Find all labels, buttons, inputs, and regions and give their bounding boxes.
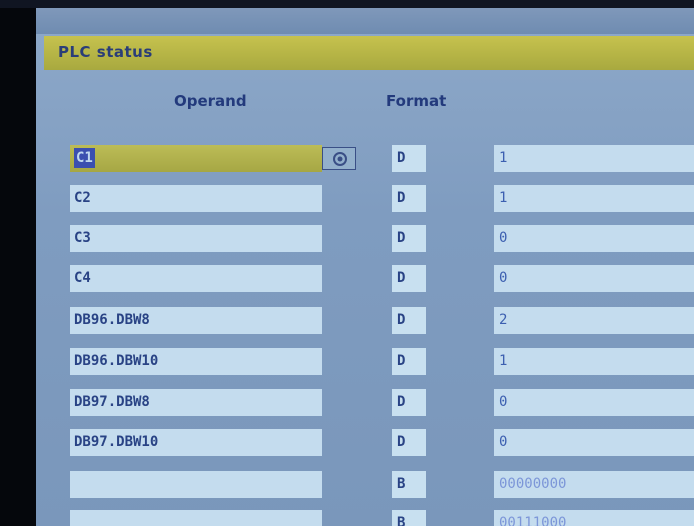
value-field: 00111000 — [494, 510, 694, 526]
value-field: 1 — [494, 348, 694, 375]
format-field[interactable]: B — [392, 471, 426, 498]
value-field: 0 — [494, 225, 694, 252]
table-row: DB97.DBW10 D 0 — [36, 429, 694, 459]
format-field[interactable]: D — [392, 348, 426, 375]
format-field[interactable]: D — [392, 185, 426, 212]
format-field[interactable]: D — [392, 225, 426, 252]
format-field[interactable]: D — [392, 265, 426, 292]
format-field[interactable]: D — [392, 307, 426, 334]
table-row: DB96.DBW8 D 2 — [36, 307, 694, 337]
format-field[interactable]: D — [392, 389, 426, 416]
operand-header: Operand — [174, 92, 247, 110]
table-row: C4 D 0 — [36, 265, 694, 295]
value-field: 0 — [494, 389, 694, 416]
operand-field[interactable] — [70, 510, 322, 526]
operand-value: C1 — [74, 148, 95, 168]
operand-field[interactable] — [70, 471, 322, 498]
table-row: B 00111000 — [36, 510, 694, 526]
operand-field[interactable]: DB96.DBW8 — [70, 307, 322, 334]
table-row: C2 D 1 — [36, 185, 694, 215]
value-field: 0 — [494, 265, 694, 292]
value-field: 1 — [494, 185, 694, 212]
operand-field[interactable]: C2 — [70, 185, 322, 212]
format-field[interactable]: D — [392, 145, 426, 172]
operand-field[interactable]: C4 — [70, 265, 322, 292]
table-row: B 00000000 — [36, 471, 694, 501]
value-field: 2 — [494, 307, 694, 334]
window-title: PLC status — [58, 43, 153, 61]
plc-status-screen: PLC status Operand Format C1 D 1 C2 D 1 … — [36, 8, 694, 526]
table-row: C1 D 1 — [36, 145, 694, 175]
title-bar: PLC status — [44, 36, 694, 70]
format-field[interactable]: D — [392, 429, 426, 456]
operand-field[interactable]: DB96.DBW10 — [70, 348, 322, 375]
monitor-bezel-top — [0, 0, 694, 8]
value-field: 1 — [494, 145, 694, 172]
table-row: DB97.DBW8 D 0 — [36, 389, 694, 419]
search-button[interactable] — [322, 147, 356, 170]
format-header: Format — [386, 92, 447, 110]
operand-field[interactable]: DB97.DBW10 — [70, 429, 322, 456]
format-field[interactable]: B — [392, 510, 426, 526]
value-field: 0 — [494, 429, 694, 456]
value-field: 00000000 — [494, 471, 694, 498]
table-row: DB96.DBW10 D 1 — [36, 348, 694, 378]
operand-field[interactable]: C3 — [70, 225, 322, 252]
operand-field[interactable]: DB97.DBW8 — [70, 389, 322, 416]
monitor-bezel — [0, 0, 36, 526]
table-row: C3 D 0 — [36, 225, 694, 255]
operand-field[interactable]: C1 — [70, 145, 322, 172]
top-strip — [36, 8, 694, 34]
